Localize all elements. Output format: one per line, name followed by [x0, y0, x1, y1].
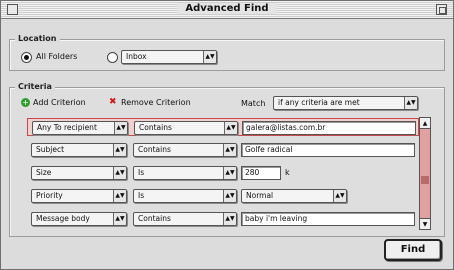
popup-arrows-icon: ▲▼	[114, 122, 127, 134]
criterion-operator-value: Contains	[138, 145, 171, 154]
title-bar[interactable]: Advanced Find	[1, 1, 453, 19]
criterion-size-field[interactable]: 280	[241, 166, 281, 180]
popup-arrows-icon: ▲▼	[223, 190, 236, 202]
all-folders-label: All Folders	[36, 52, 78, 61]
criterion-field-value: Message body	[36, 214, 90, 223]
size-unit-label: k	[285, 168, 290, 177]
criterion-operator-value: Contains	[139, 123, 172, 132]
criterion-field-value: Any To recipient	[37, 123, 97, 132]
criterion-operator-popup[interactable]: Contains ▲▼	[134, 121, 238, 135]
criterion-field-popup[interactable]: Size ▲▼	[31, 166, 127, 180]
zoom-box-icon[interactable]	[436, 4, 447, 15]
criterion-row[interactable]: Message body ▲▼ Contains ▲▼ baby i'm lea…	[27, 210, 419, 228]
popup-arrows-icon: ▲▼	[203, 51, 216, 63]
criterion-operator-popup[interactable]: Is ▲▼	[133, 189, 237, 203]
criterion-row[interactable]: Priority ▲▼ Is ▲▼ Normal ▲▼	[27, 187, 419, 205]
scroll-up-icon[interactable]: ▲	[420, 118, 430, 129]
popup-arrows-icon: ▲▼	[333, 190, 346, 202]
all-folders-radio[interactable]	[21, 52, 32, 63]
criteria-group-label: Criteria	[15, 82, 55, 91]
match-label: Match	[241, 99, 266, 108]
priority-value-popup[interactable]: Normal ▲▼	[241, 189, 347, 203]
remove-icon: ✖	[109, 97, 117, 107]
popup-arrows-icon: ▲▼	[404, 97, 417, 109]
criterion-operator-popup[interactable]: Contains ▲▼	[133, 212, 237, 226]
criterion-field-value: Size	[36, 168, 52, 177]
find-button[interactable]: Find	[384, 239, 442, 261]
popup-arrows-icon: ▲▼	[223, 213, 236, 225]
criterion-operator-value: Contains	[138, 214, 171, 223]
popup-arrows-icon: ▲▼	[223, 167, 236, 179]
match-popup[interactable]: if any criteria are met ▲▼	[273, 96, 418, 110]
folder-radio[interactable]	[107, 52, 118, 63]
popup-arrows-icon: ▲▼	[224, 122, 237, 134]
criterion-row[interactable]: Any To recipient ▲▼ Contains ▲▼ galera@l…	[27, 118, 419, 136]
criterion-field-popup[interactable]: Message body ▲▼	[31, 212, 127, 226]
criterion-operator-popup[interactable]: Contains ▲▼	[133, 143, 237, 157]
criterion-row[interactable]: Size ▲▼ Is ▲▼ 280 k	[27, 164, 419, 182]
criterion-row[interactable]: Subject ▲▼ Contains ▲▼ Golfe radical	[27, 141, 419, 159]
priority-value: Normal	[246, 191, 274, 200]
popup-arrows-icon: ▲▼	[113, 167, 126, 179]
criterion-field-popup[interactable]: Priority ▲▼	[31, 189, 127, 203]
folder-popup[interactable]: Inbox ▲▼	[121, 50, 217, 64]
popup-arrows-icon: ▲▼	[113, 213, 126, 225]
popup-arrows-icon: ▲▼	[113, 144, 126, 156]
criteria-scrollbar[interactable]: ▲ ▼	[419, 117, 431, 230]
criterion-value-field[interactable]: galera@listas.com.br	[242, 121, 416, 135]
criterion-field-popup[interactable]: Subject ▲▼	[31, 143, 127, 157]
criterion-field-value: Priority	[36, 191, 63, 200]
remove-criterion-label: Remove Criterion	[121, 98, 191, 107]
add-criterion-label: Add Criterion	[33, 98, 86, 107]
popup-arrows-icon: ▲▼	[113, 190, 126, 202]
criterion-field-popup[interactable]: Any To recipient ▲▼	[32, 121, 128, 135]
close-box-icon[interactable]	[7, 4, 18, 15]
popup-arrows-icon: ▲▼	[223, 144, 236, 156]
scroll-thumb[interactable]	[421, 176, 429, 184]
criterion-value-field[interactable]: baby i'm leaving	[241, 212, 415, 226]
match-popup-value: if any criteria are met	[278, 98, 360, 107]
location-group-label: Location	[15, 34, 60, 43]
criterion-value-field[interactable]: Golfe radical	[241, 143, 415, 157]
scroll-down-icon[interactable]: ▼	[420, 218, 430, 229]
criterion-operator-value: Is	[138, 168, 145, 177]
folder-popup-value: Inbox	[126, 52, 147, 61]
criterion-field-value: Subject	[36, 145, 65, 154]
advanced-find-window: Advanced Find Location All Folders Inbox…	[0, 0, 454, 270]
window-title: Advanced Find	[177, 3, 277, 14]
add-icon: +	[21, 98, 30, 107]
criterion-operator-popup[interactable]: Is ▲▼	[133, 166, 237, 180]
criterion-operator-value: Is	[138, 191, 145, 200]
